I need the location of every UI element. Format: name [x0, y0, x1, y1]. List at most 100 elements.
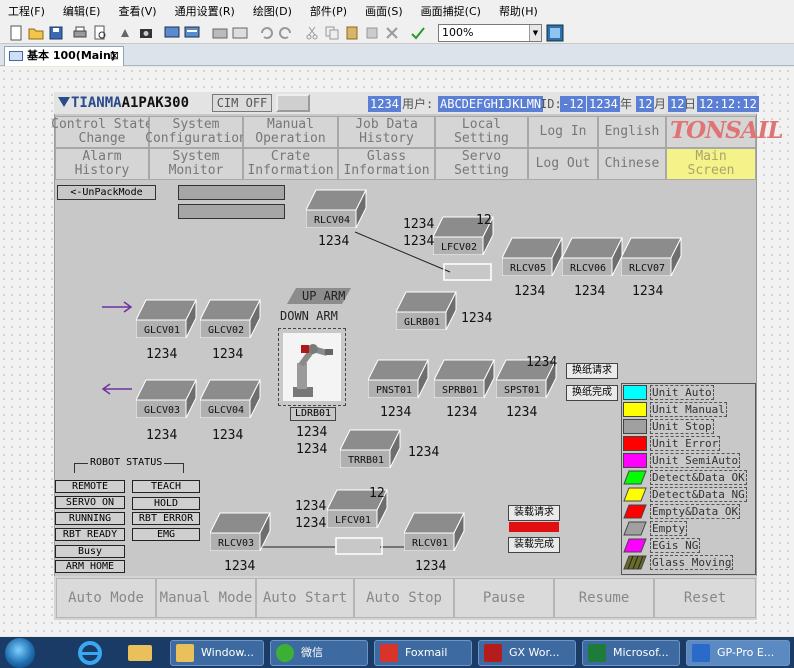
unit-glcv03[interactable]: GLCV03 — [136, 378, 198, 418]
robot-arm-icon[interactable] — [283, 333, 341, 401]
nav-system-configuration[interactable]: System Configuration — [145, 116, 247, 148]
auto-stop-button[interactable]: Auto Stop — [354, 578, 454, 618]
nav-log-in[interactable]: Log In — [528, 116, 598, 148]
unit-glcv04[interactable]: GLCV04 — [200, 378, 262, 418]
nav-job-data-history[interactable]: Job Data History — [338, 116, 435, 148]
app-window: 工程(F) 编辑(E) 查看(V) 通用设置(R) 绘图(D) 部件(P) 画面… — [0, 0, 794, 668]
save-icon[interactable] — [48, 25, 64, 41]
unpack-mode-button[interactable]: <-UnPackMode — [57, 185, 156, 200]
print-icon[interactable] — [72, 25, 88, 41]
taskbar-wechat[interactable]: 微信 — [270, 640, 368, 666]
screen-list-icon[interactable] — [184, 25, 200, 41]
copy-icon[interactable] — [324, 25, 340, 41]
unit-rlcv04[interactable]: RLCV04 — [306, 188, 368, 228]
manual-mode-button[interactable]: Manual Mode — [156, 578, 256, 618]
unit-count: 1234 — [212, 428, 244, 443]
taskbar-gx-works[interactable]: GX Wor... — [478, 640, 576, 666]
up-arm-label: UP ARM — [302, 289, 346, 303]
nav-servo-setting[interactable]: Servo Setting — [435, 148, 528, 180]
delete-icon[interactable] — [384, 25, 400, 41]
nav-crate-information[interactable]: Crate Information — [243, 148, 338, 180]
menu-common-settings[interactable]: 通用设置(R) — [175, 3, 235, 19]
nav-chinese[interactable]: Chinese — [598, 148, 666, 180]
print-preview-icon[interactable] — [92, 25, 108, 41]
cut-icon[interactable] — [304, 25, 320, 41]
nav-main-screen[interactable]: Main Screen — [666, 148, 756, 180]
paper-change-request-button[interactable]: 换纸请求 — [566, 363, 618, 379]
status-slot — [178, 204, 285, 219]
nav-local-setting[interactable]: Local Setting — [435, 116, 528, 148]
duplicate-icon[interactable] — [364, 25, 380, 41]
legend-label: Unit SemiAuto — [650, 453, 741, 468]
unit-count: 1234 — [318, 234, 350, 249]
nav-english[interactable]: English — [598, 116, 666, 148]
paper-change-done-button[interactable]: 换纸完成 — [566, 385, 618, 401]
load-done-button[interactable]: 装载完成 — [508, 537, 560, 553]
transfer-icon[interactable] — [118, 25, 134, 41]
menu-edit[interactable]: 编辑(E) — [63, 3, 101, 19]
menu-view[interactable]: 查看(V) — [118, 3, 156, 19]
nav-log-out[interactable]: Log Out — [528, 148, 598, 180]
zoom-select[interactable]: 100% ▼ — [438, 24, 542, 42]
pause-button[interactable]: Pause — [454, 578, 554, 618]
menu-draw[interactable]: 绘图(D) — [253, 3, 292, 19]
fit-screen-icon[interactable] — [546, 24, 564, 42]
taskbar-gp-pro[interactable]: GP-Pro E... — [686, 640, 790, 666]
unit-rlcv07[interactable]: RLCV07 — [621, 236, 683, 276]
file-explorer-icon[interactable] — [120, 640, 160, 666]
nav-alarm-history[interactable]: Alarm History — [55, 148, 149, 180]
unit-pnst01[interactable]: PNST01 — [368, 358, 430, 398]
unit-glrb01[interactable]: GLRB01 — [396, 290, 458, 330]
load-request-button[interactable]: 装载请求 — [508, 505, 560, 521]
unit-rlcv05[interactable]: RLCV05 — [502, 236, 564, 276]
close-tab-icon[interactable]: ⊠ — [110, 47, 119, 65]
unit-glcv02[interactable]: GLCV02 — [200, 298, 262, 338]
unit-label: GLRB01 — [403, 317, 441, 328]
new-file-icon[interactable] — [8, 25, 24, 41]
chevron-down-icon[interactable]: ▼ — [529, 25, 541, 41]
resume-button[interactable]: Resume — [554, 578, 654, 618]
legend-detect-ok: Detect&Data OK — [622, 469, 755, 486]
cim-status[interactable]: CIM OFF — [212, 94, 272, 112]
nav-system-monitor[interactable]: System Monitor — [149, 148, 243, 180]
nav-control-state-change[interactable]: Control State Change — [51, 116, 153, 148]
redo-icon[interactable] — [278, 25, 294, 41]
paste-icon[interactable] — [344, 25, 360, 41]
status-slot — [178, 185, 285, 200]
menu-parts[interactable]: 部件(P) — [310, 3, 347, 19]
status-emg: EMG — [132, 528, 200, 541]
brand-logo: TIANMAA1PAK300 — [58, 95, 208, 113]
window-icon[interactable] — [232, 25, 248, 41]
taskbar-window-explorer[interactable]: Window... — [170, 640, 264, 666]
unit-rlcv01[interactable]: RLCV01 — [404, 511, 466, 551]
menu-project[interactable]: 工程(F) — [8, 3, 45, 19]
nav-glass-information[interactable]: Glass Information — [338, 148, 435, 180]
ldrb01-label[interactable]: LDRB01 — [290, 407, 336, 421]
nav-manual-operation[interactable]: Manual Operation — [243, 116, 338, 148]
taskbar-microsoft-excel[interactable]: Microsof... — [582, 640, 680, 666]
start-button-icon[interactable] — [5, 638, 35, 668]
error-check-icon[interactable] — [410, 25, 426, 41]
auto-start-button[interactable]: Auto Start — [256, 578, 354, 618]
year-unit: 年 — [620, 97, 633, 111]
internet-explorer-icon[interactable] — [70, 640, 110, 666]
reset-button[interactable]: Reset — [654, 578, 756, 618]
camera-icon[interactable] — [138, 25, 154, 41]
unit-glcv01[interactable]: GLCV01 — [136, 298, 198, 338]
unit-label: RLCV06 — [569, 263, 607, 274]
taskbar-foxmail[interactable]: Foxmail — [374, 640, 472, 666]
unit-rlcv06[interactable]: RLCV06 — [562, 236, 624, 276]
undo-icon[interactable] — [258, 25, 274, 41]
menu-help[interactable]: 帮助(H) — [499, 3, 538, 19]
open-folder-icon[interactable] — [28, 25, 44, 41]
folder-icon[interactable] — [212, 25, 228, 41]
menu-screen[interactable]: 画面(S) — [365, 3, 403, 19]
screen-icon[interactable] — [164, 25, 180, 41]
unit-sprb01[interactable]: SPRB01 — [434, 358, 496, 398]
menu-screen-capture[interactable]: 画面捕捉(C) — [421, 3, 481, 19]
unit-rlcv03[interactable]: RLCV03 — [210, 511, 272, 551]
legend-label: Empty&Data OK — [650, 504, 741, 519]
auto-mode-button[interactable]: Auto Mode — [56, 578, 156, 618]
unit-trrb01[interactable]: TRRB01 — [340, 428, 402, 468]
tab-main-screen[interactable]: 基本 100(Main) ⊠ — [4, 46, 124, 66]
